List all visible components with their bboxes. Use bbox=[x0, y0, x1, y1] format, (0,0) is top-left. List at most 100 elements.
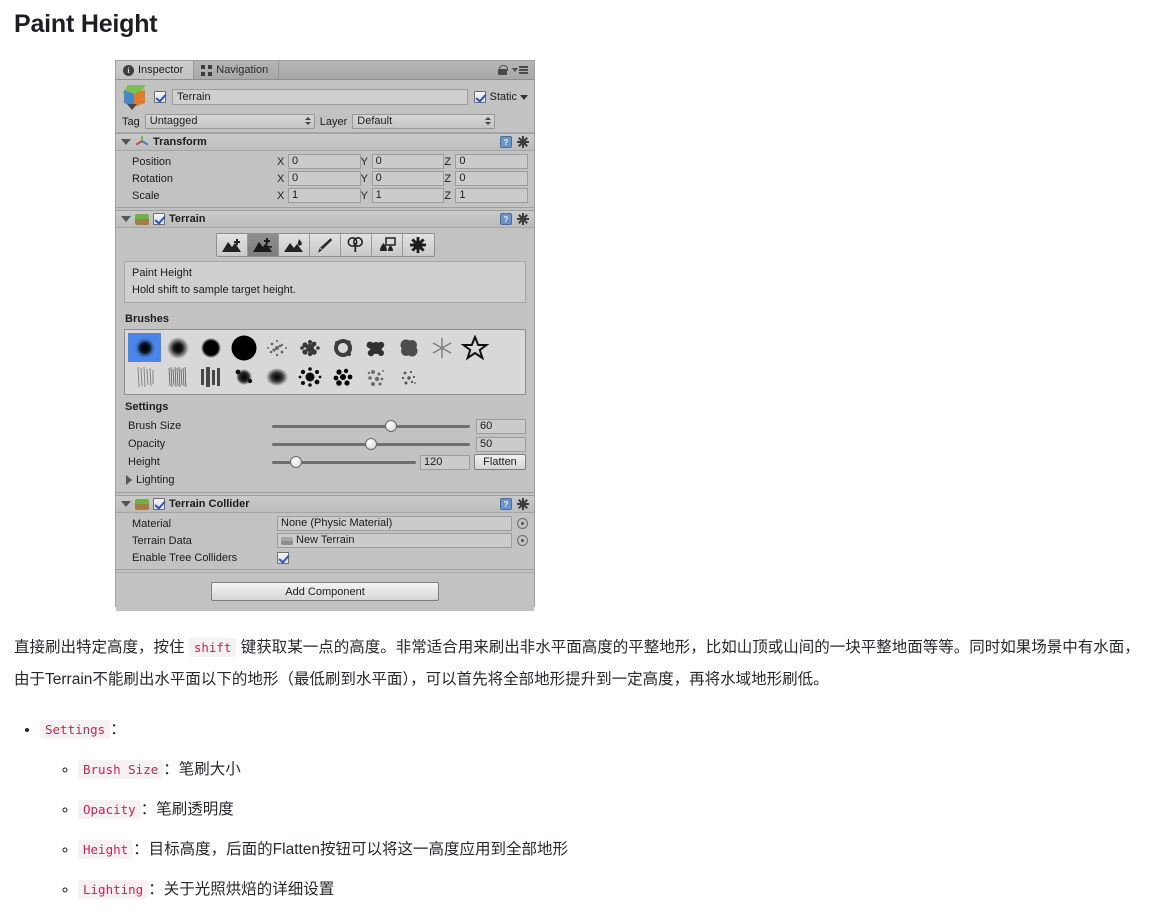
lighting-foldout-icon[interactable] bbox=[126, 475, 132, 485]
tag-dropdown[interactable]: Untagged bbox=[144, 114, 315, 129]
transform-row-position: Position X 0 Y 0 Z 0 bbox=[122, 153, 529, 170]
rotation-y-input[interactable]: 0 bbox=[371, 171, 445, 186]
brush-item[interactable] bbox=[392, 333, 425, 362]
brush-item[interactable] bbox=[227, 333, 260, 362]
scale-y-input[interactable]: 1 bbox=[371, 188, 445, 203]
brush-item[interactable] bbox=[128, 333, 161, 362]
terrain-data-thumbnail-icon bbox=[281, 535, 293, 546]
settings-list: Settings： Brush Size：笔刷大小 Opacity：笔刷透明度 … bbox=[14, 714, 1144, 900]
axis-z-label: Z bbox=[444, 189, 452, 202]
axis-x-label: X bbox=[277, 189, 285, 202]
material-picker-icon[interactable] bbox=[517, 518, 528, 529]
add-component-button[interactable]: Add Component bbox=[211, 582, 439, 601]
terrain-data-object-field[interactable]: New Terrain bbox=[277, 533, 512, 548]
transform-header[interactable]: Transform ? bbox=[116, 134, 534, 151]
terrain-collider-icon bbox=[135, 498, 149, 511]
brush-size-slider[interactable] bbox=[272, 419, 470, 433]
tool-paint-texture[interactable] bbox=[309, 234, 341, 256]
brush-item[interactable] bbox=[260, 333, 293, 362]
setting-row-opacity: Opacity 50 bbox=[124, 435, 526, 453]
height-input[interactable]: 120 bbox=[420, 454, 470, 470]
transform-row-scale: Scale X 1 Y 1 Z 1 bbox=[122, 187, 529, 204]
tab-navigation[interactable]: Navigation bbox=[194, 61, 280, 79]
brush-item[interactable] bbox=[194, 362, 227, 391]
brush-item[interactable] bbox=[293, 362, 326, 391]
help-icon[interactable]: ? bbox=[500, 213, 512, 225]
gameobject-name-input[interactable]: Terrain bbox=[172, 89, 469, 105]
terrain-tool-title: Paint Height bbox=[132, 267, 192, 279]
terrain-component-icon bbox=[135, 213, 149, 226]
gameobject-active-checkbox[interactable] bbox=[154, 91, 166, 103]
navigation-icon bbox=[201, 64, 213, 76]
tool-place-trees[interactable] bbox=[340, 234, 372, 256]
scale-z-input[interactable]: 1 bbox=[455, 188, 529, 203]
rotation-x-input[interactable]: 0 bbox=[288, 171, 361, 186]
brush-item[interactable] bbox=[392, 362, 425, 391]
scale-label: Scale bbox=[132, 189, 160, 202]
gear-icon[interactable] bbox=[517, 213, 529, 225]
brush-item[interactable] bbox=[326, 362, 359, 391]
lock-icon[interactable] bbox=[498, 65, 508, 75]
terrain-collider-properties: Material None (Physic Material) Terrain … bbox=[116, 513, 534, 569]
help-icon[interactable]: ? bbox=[500, 498, 512, 510]
layer-dropdown[interactable]: Default bbox=[352, 114, 496, 129]
settings-colon: ： bbox=[110, 721, 126, 738]
flatten-button[interactable]: Flatten bbox=[474, 454, 526, 470]
brush-item[interactable] bbox=[227, 362, 260, 391]
brush-item[interactable] bbox=[161, 362, 194, 391]
axis-y-label: Y bbox=[360, 172, 369, 185]
tool-terrain-settings[interactable] bbox=[402, 234, 434, 256]
static-checkbox[interactable] bbox=[474, 91, 487, 103]
terrain-enabled-checkbox[interactable] bbox=[153, 213, 165, 225]
brush-item[interactable] bbox=[161, 333, 194, 362]
settings-label: Settings bbox=[125, 401, 169, 413]
tab-inspector[interactable]: i Inspector bbox=[116, 61, 195, 79]
scale-x-input[interactable]: 1 bbox=[288, 188, 361, 203]
material-object-field[interactable]: None (Physic Material) bbox=[277, 516, 512, 531]
opacity-input[interactable]: 50 bbox=[476, 436, 526, 452]
static-dropdown-icon[interactable] bbox=[520, 94, 528, 100]
help-icon[interactable]: ? bbox=[500, 136, 512, 148]
inline-code-opacity: Opacity bbox=[78, 800, 141, 819]
rotation-z-input[interactable]: 0 bbox=[455, 171, 529, 186]
menu-icon[interactable] bbox=[512, 66, 528, 74]
terrain-data-picker-icon[interactable] bbox=[517, 535, 528, 546]
terrain-header[interactable]: Terrain ? bbox=[116, 211, 534, 228]
height-slider[interactable] bbox=[272, 455, 416, 469]
lighting-foldout[interactable]: Lighting bbox=[124, 471, 526, 490]
gear-icon[interactable] bbox=[517, 136, 529, 148]
tool-smooth-height[interactable] bbox=[278, 234, 310, 256]
brush-item[interactable] bbox=[359, 333, 392, 362]
collider-row-enable-tree-colliders: Enable Tree Colliders bbox=[122, 549, 528, 566]
position-z-input[interactable]: 0 bbox=[455, 154, 529, 169]
enable-tree-colliders-checkbox[interactable] bbox=[277, 551, 289, 564]
brush-item[interactable] bbox=[260, 362, 293, 391]
terrain-tool-toolbar bbox=[116, 228, 534, 261]
height-label: Height bbox=[128, 456, 160, 468]
tool-paint-details[interactable] bbox=[371, 234, 403, 256]
brush-item[interactable] bbox=[326, 333, 359, 362]
height-desc: ：目标高度，后面的Flatten按钮可以将这一高度应用到全部地形 bbox=[133, 841, 569, 858]
brush-item[interactable] bbox=[458, 333, 491, 362]
tool-paint-height[interactable] bbox=[247, 234, 279, 256]
terrain-collider-header[interactable]: Terrain Collider ? bbox=[116, 496, 534, 513]
brush-item[interactable] bbox=[194, 333, 227, 362]
brush-item[interactable] bbox=[425, 333, 458, 362]
brush-item[interactable] bbox=[128, 362, 161, 391]
terrain-collider-enabled-checkbox[interactable] bbox=[153, 498, 165, 510]
brush-item[interactable] bbox=[359, 362, 392, 391]
brush-size-input[interactable]: 60 bbox=[476, 418, 526, 434]
position-y-input[interactable]: 0 bbox=[371, 154, 445, 169]
tool-raise-lower-terrain[interactable] bbox=[216, 234, 248, 256]
transform-properties: Position X 0 Y 0 Z 0 Rotation X 0 Y 0 Z … bbox=[116, 151, 534, 207]
terrain-collider-foldout-icon[interactable] bbox=[121, 501, 131, 507]
terrain-foldout-icon[interactable] bbox=[121, 216, 131, 222]
gear-icon[interactable] bbox=[517, 498, 529, 510]
axis-y-label: Y bbox=[360, 189, 369, 202]
opacity-slider[interactable] bbox=[272, 437, 470, 451]
brush-item[interactable] bbox=[293, 333, 326, 362]
position-x-input[interactable]: 0 bbox=[288, 154, 361, 169]
axis-x-label: X bbox=[277, 172, 285, 185]
brushes-label: Brushes bbox=[125, 313, 170, 325]
transform-foldout-icon[interactable] bbox=[121, 139, 131, 145]
